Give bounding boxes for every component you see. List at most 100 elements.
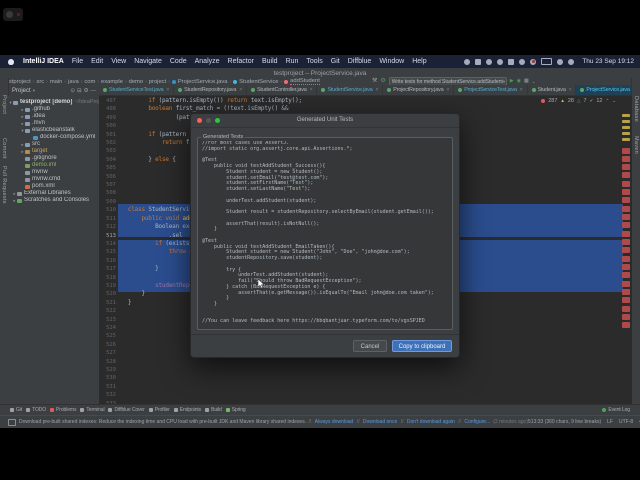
menu-item[interactable]: Navigate xyxy=(134,58,162,65)
tool-window-button[interactable]: TODO xyxy=(26,407,46,413)
tool-window-button[interactable]: Build xyxy=(205,407,222,413)
editor-tab[interactable]: StudentRepository.java × xyxy=(174,85,247,95)
menubar-status-icon[interactable] xyxy=(568,58,575,65)
editor-tab[interactable]: StudentService.java × xyxy=(317,85,384,95)
zoom-window-icon[interactable] xyxy=(215,118,220,123)
menubar-status-icon[interactable] xyxy=(519,58,526,65)
tab-close-icon[interactable]: × xyxy=(166,87,169,93)
tree-item[interactable]: ▸ Scratches and Consoles xyxy=(8,197,99,204)
status-link[interactable]: Download once xyxy=(363,419,397,425)
tool-window-button[interactable]: Diffblue Cover xyxy=(108,407,145,413)
next-issue-icon[interactable]: ⌄ xyxy=(612,98,616,104)
breadcrumb-segment[interactable]: java xyxy=(68,79,79,85)
editor-tab[interactable]: ProjectRepository.java × xyxy=(383,85,455,95)
locate-icon[interactable]: ⊙ xyxy=(70,88,75,94)
menu-item[interactable]: File xyxy=(72,58,83,65)
tool-stripe-button[interactable]: Database xyxy=(633,96,639,122)
inspections-widget[interactable]: 287 ▲ 28 △ 7 ✔ 12 ⌃ ⌄ xyxy=(541,98,616,104)
tool-window-button[interactable]: Spring xyxy=(225,407,246,413)
tool-window-button[interactable]: Profiler xyxy=(148,407,170,413)
tree-item[interactable]: .gitignore xyxy=(8,155,99,162)
tree-item[interactable]: mvnw.cmd xyxy=(8,176,99,183)
cancel-button[interactable]: Cancel xyxy=(353,340,387,352)
status-link[interactable]: Configure... xyxy=(464,419,490,425)
error-stripe-scrollbar[interactable] xyxy=(622,106,630,400)
generated-test-code[interactable]: //For most cases use AssertJ.//import st… xyxy=(202,141,450,327)
menubar-status-icon[interactable] xyxy=(475,58,482,65)
menubar-status-icon[interactable] xyxy=(464,58,471,65)
project-root-row[interactable]: ▾ testproject [demo] ~/IdeaProjects/test… xyxy=(8,99,99,106)
breadcrumb-segment[interactable]: com xyxy=(84,79,95,85)
tree-item[interactable]: ▸ External Libraries xyxy=(8,190,99,197)
breadcrumb-segment[interactable]: demo xyxy=(129,79,144,85)
breadcrumb-segment[interactable]: src xyxy=(36,79,44,85)
menu-item[interactable]: Edit xyxy=(91,58,103,65)
menu-item[interactable]: Build xyxy=(262,58,278,65)
file-encoding[interactable]: UTF-8 xyxy=(619,419,633,425)
menu-item[interactable]: Help xyxy=(412,58,426,65)
line-separator[interactable]: LF xyxy=(607,419,613,425)
menu-item[interactable]: View xyxy=(111,58,126,65)
collapse-all-icon[interactable]: ⊟ xyxy=(77,88,82,94)
menu-item[interactable]: Refactor xyxy=(228,58,254,65)
menu-item[interactable]: Window xyxy=(379,58,404,65)
tool-window-button[interactable]: Problems xyxy=(50,407,76,413)
tab-close-icon[interactable]: × xyxy=(376,87,379,93)
breadcrumb-file[interactable]: ProjectService.java xyxy=(178,79,228,85)
minimize-window-icon[interactable] xyxy=(206,118,211,123)
tab-close-icon[interactable]: × xyxy=(569,87,572,93)
menu-item[interactable]: Git xyxy=(331,58,340,65)
tab-close-icon[interactable]: × xyxy=(446,87,449,93)
menu-item[interactable]: Diffblue xyxy=(348,58,372,65)
breadcrumb-segment[interactable]: main xyxy=(50,79,63,85)
tab-close-icon[interactable]: × xyxy=(520,87,523,93)
apple-icon[interactable] xyxy=(8,58,14,65)
close-window-icon[interactable] xyxy=(197,118,202,123)
breadcrumb-segment[interactable]: project xyxy=(149,79,166,85)
breadcrumb-method[interactable]: addStudent xyxy=(290,78,320,85)
tree-item[interactable]: demo.iml xyxy=(8,162,99,169)
copy-to-clipboard-button[interactable]: Copy to clipboard xyxy=(392,340,452,352)
tool-stripe-button[interactable]: Pull Requests xyxy=(1,166,7,204)
editor-tab[interactable]: Student.java × xyxy=(528,85,577,95)
tab-close-icon[interactable]: × xyxy=(239,87,242,93)
menu-item[interactable]: Tools xyxy=(306,58,322,65)
breadcrumb-segment[interactable]: example xyxy=(101,79,123,85)
tree-item[interactable]: docker-compose.yml xyxy=(8,134,99,141)
menubar-status-icon[interactable] xyxy=(486,58,493,65)
event-log-button[interactable]: Event Log xyxy=(602,407,640,413)
menubar-status-icon[interactable] xyxy=(508,58,515,65)
menubar-clock[interactable]: Thu 23 Sep 19:12 xyxy=(582,58,634,65)
menu-item[interactable]: Code xyxy=(170,58,187,65)
tree-item[interactable]: ▸ .idea xyxy=(8,113,99,120)
editor-tab[interactable]: StudentServiceTest.java × xyxy=(99,85,175,95)
tree-item[interactable]: ▾ elasticbeanstalk xyxy=(8,127,99,134)
editor-tab[interactable]: ProjectServiceTest.java × xyxy=(454,85,528,95)
hide-icon[interactable]: — xyxy=(91,88,97,94)
tool-window-button[interactable]: Endpoints xyxy=(173,407,201,413)
caret-position[interactable]: 513:33 (360 chars, 9 line breaks) xyxy=(528,419,601,425)
project-panel-header[interactable]: Project ▾ ⊙ ⊟ ⚙ — xyxy=(8,85,99,96)
tree-item[interactable]: ▸ .github xyxy=(8,106,99,113)
menubar-status-icon[interactable] xyxy=(497,58,504,65)
tab-close-icon[interactable]: × xyxy=(310,87,313,93)
tree-item[interactable]: pom.xml xyxy=(8,183,99,190)
breadcrumb-class[interactable]: StudentService xyxy=(239,79,278,85)
menu-item[interactable]: Run xyxy=(286,58,299,65)
tree-item[interactable]: ▸ target xyxy=(8,148,99,155)
dialog-title-bar[interactable]: Generated Unit Tests xyxy=(191,114,459,128)
tool-stripe-button[interactable]: Commit xyxy=(1,138,7,159)
menubar-status-icon[interactable] xyxy=(541,58,553,65)
settings-icon[interactable]: ⚙ xyxy=(84,88,89,94)
menubar-status-icon[interactable] xyxy=(557,58,564,65)
menubar-status-icon[interactable] xyxy=(530,58,537,65)
status-link[interactable]: Don't download again xyxy=(407,419,455,425)
tool-stripe-button[interactable]: Project xyxy=(1,95,7,114)
tool-stripe-button[interactable]: Maven xyxy=(633,136,639,154)
editor-tab[interactable]: StudentController.java × xyxy=(247,85,318,95)
tree-item[interactable]: mvnw xyxy=(8,169,99,176)
tree-item[interactable]: ▸ src xyxy=(8,141,99,148)
menu-item[interactable]: Analyze xyxy=(195,58,220,65)
prev-issue-icon[interactable]: ⌃ xyxy=(605,98,609,104)
tree-item[interactable]: ▸ .mvn xyxy=(8,120,99,127)
